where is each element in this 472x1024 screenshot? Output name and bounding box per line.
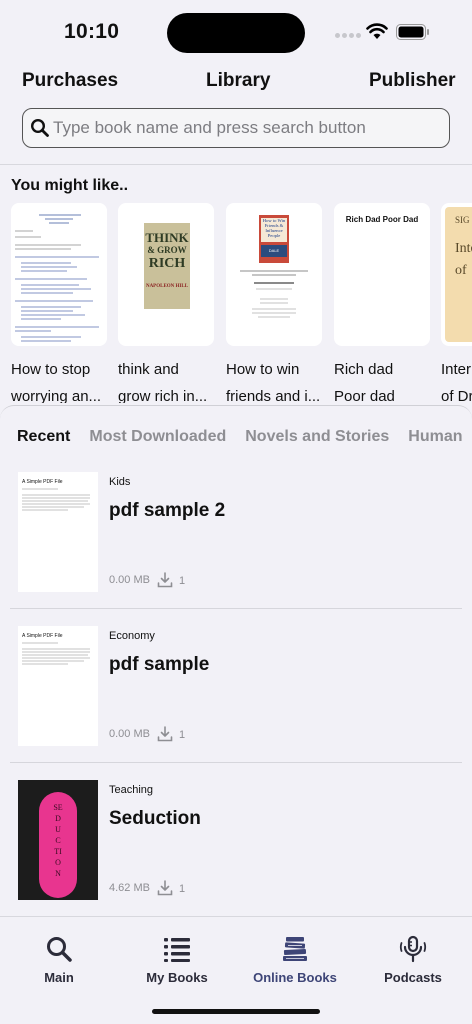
document-page-thumbnail <box>11 203 107 346</box>
download-icon <box>157 726 173 742</box>
search-icon <box>30 118 49 137</box>
recommendation-title: Rich dad Poor dad <box>334 361 395 403</box>
book-row[interactable]: A Simple PDF File Kids pdf sample 2 0.00… <box>0 472 472 625</box>
recommendation-card[interactable]: THINK & GROW RICH NAPOLEON HILL think an… <box>118 203 216 403</box>
nav-my-books[interactable]: My Books <box>127 935 227 985</box>
books-stack-icon <box>283 937 307 961</box>
recommendations-title: You might like.. <box>11 177 129 194</box>
recommendation-title: How to stop worrying an... <box>11 361 102 403</box>
rich-dad-cover-title: Rich Dad Poor Dad <box>345 215 419 224</box>
dynamic-island <box>167 13 305 53</box>
recommendation-card[interactable]: SIG Inte of Inter of Dr <box>441 203 472 403</box>
battery-icon <box>396 24 429 40</box>
divider <box>0 164 472 165</box>
category-tabs: Recent Most Downloaded Novels and Stories H… <box>17 428 472 446</box>
tab-library[interactable]: Library <box>206 70 270 92</box>
document-text-lines <box>240 270 308 318</box>
think-grow-rich-cover: THINK & GROW RICH NAPOLEON HILL <box>144 223 190 309</box>
wifi-icon <box>366 23 388 39</box>
book-cover: THINK & GROW RICH NAPOLEON HILL <box>118 203 214 346</box>
cover-heading: A Simple PDF File <box>22 633 63 639</box>
recommendation-title: think and grow rich in... <box>118 361 208 403</box>
nav-online-books[interactable]: Online Books <box>245 935 345 985</box>
recommendation-title: How to win friends and i... <box>226 361 321 403</box>
nav-main[interactable]: Main <box>9 935 109 985</box>
nav-label: Main <box>44 970 74 985</box>
how-to-win-cover-art: How to Win Friends & Influence People DA… <box>259 215 289 263</box>
tab-novels-and-stories[interactable]: Novels and Stories <box>245 428 389 446</box>
book-category: Teaching <box>109 784 154 796</box>
nav-podcasts[interactable]: Podcasts <box>363 935 463 985</box>
status-bar: 10:10 <box>0 0 472 62</box>
row-divider <box>10 608 462 609</box>
book-cover: Rich Dad Poor Dad <box>334 203 430 346</box>
file-size: 0.00 MB <box>109 574 150 586</box>
status-time: 10:10 <box>64 20 120 43</box>
tab-human[interactable]: Human <box>408 428 462 446</box>
book-title: Seduction <box>109 808 201 829</box>
book-category: Economy <box>109 630 155 642</box>
cover-heading: A Simple PDF File <box>22 479 63 485</box>
top-tabs: Purchases Library Publisher <box>0 70 472 100</box>
book-cover: SEDUCTION <box>18 780 98 900</box>
recommendation-card[interactable]: How to stop worrying an... <box>11 203 109 403</box>
tab-most-downloaded[interactable]: Most Downloaded <box>89 428 226 446</box>
download-icon <box>157 880 173 896</box>
tab-publisher[interactable]: Publisher <box>369 70 456 92</box>
list-icon <box>164 938 190 962</box>
row-divider <box>10 762 462 763</box>
microphone-icon <box>399 935 427 963</box>
book-cover <box>11 203 107 346</box>
book-cover: How to Win Friends & Influence People DA… <box>226 203 322 346</box>
recommendation-card[interactable]: Rich Dad Poor Dad Rich dad Poor dad <box>334 203 432 403</box>
book-row[interactable]: A Simple PDF File Economy pdf sample 0.0… <box>0 626 472 779</box>
nav-label: Podcasts <box>384 970 442 985</box>
recommendation-title: Inter of Dr <box>441 361 472 403</box>
download-count: 1 <box>179 883 186 895</box>
books-panel: Recent Most Downloaded Novels and Stories H… <box>0 405 472 915</box>
book-category: Kids <box>109 476 131 488</box>
file-size: 4.62 MB <box>109 882 150 894</box>
pdf-text-lines <box>22 642 90 665</box>
tab-recent[interactable]: Recent <box>17 428 70 446</box>
bottom-nav: Main My Books Online Books Podcasts <box>0 916 472 1024</box>
book-cover: A Simple PDF File <box>18 472 98 592</box>
download-icon <box>157 572 173 588</box>
download-count: 1 <box>179 575 186 587</box>
search-icon <box>47 937 72 962</box>
book-cover: A Simple PDF File <box>18 626 98 746</box>
search-input[interactable] <box>53 109 443 146</box>
book-row[interactable]: SEDUCTION Teaching Seduction 4.62 MB 1 <box>0 780 472 915</box>
book-title: pdf sample <box>109 654 210 675</box>
nav-label: Online Books <box>253 970 337 985</box>
download-count: 1 <box>179 729 186 741</box>
cellular-signal-icon <box>335 33 361 39</box>
recommendations-carousel[interactable]: How to stop worrying an... THINK & GROW … <box>0 203 472 403</box>
recommendation-card[interactable]: How to Win Friends & Influence People DA… <box>226 203 324 403</box>
book-title: pdf sample 2 <box>109 500 226 521</box>
search-bar[interactable] <box>22 108 450 148</box>
book-cover: SIG Inte of <box>441 203 472 346</box>
pdf-text-lines <box>22 488 90 511</box>
seduction-cover-text: SEDUCTION <box>53 803 63 878</box>
file-size: 0.00 MB <box>109 728 150 740</box>
nav-label: My Books <box>146 970 208 985</box>
home-indicator <box>152 1009 320 1014</box>
tab-purchases[interactable]: Purchases <box>22 70 118 92</box>
interpretation-dreams-cover: SIG Inte of <box>445 207 472 342</box>
